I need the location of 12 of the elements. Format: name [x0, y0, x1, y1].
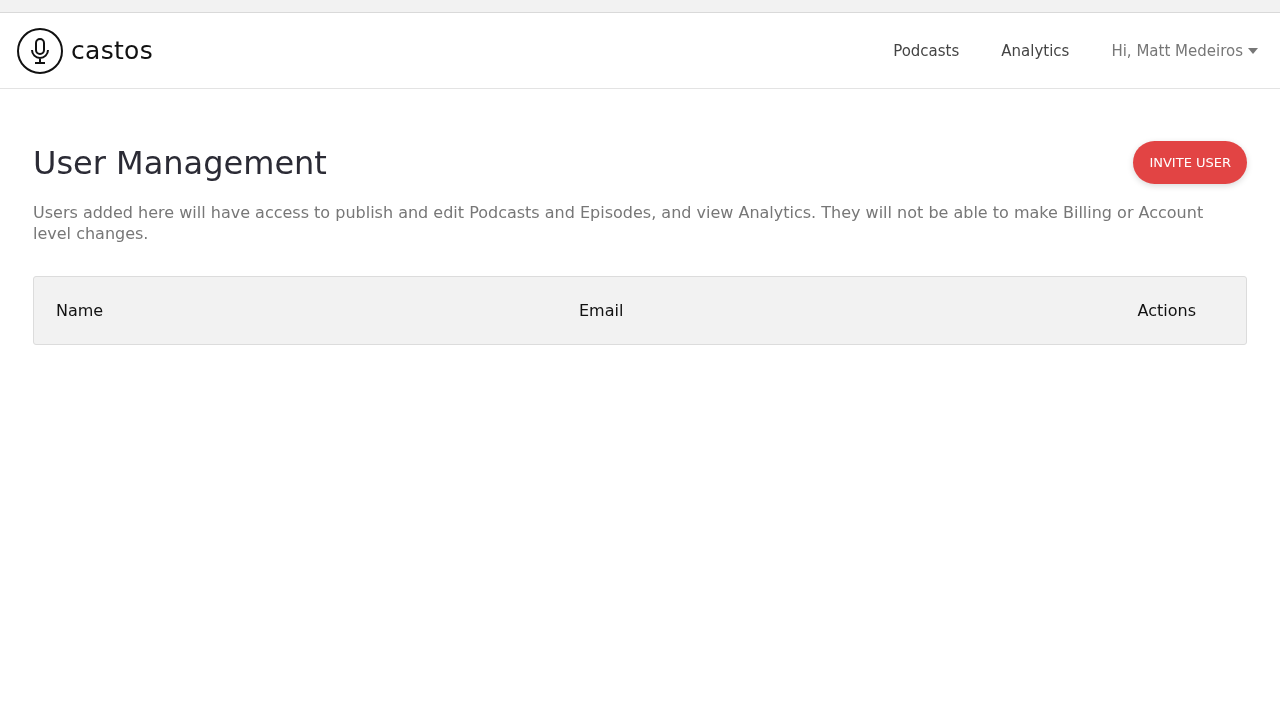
caret-icon	[1248, 47, 1258, 54]
column-header: Name	[56, 301, 105, 320]
invite-user-button[interactable]: INVITE USER	[1133, 141, 1247, 184]
page-title: User Management	[33, 143, 327, 182]
brand-name: castos	[71, 36, 153, 65]
user-menu[interactable]: Hi, Matt Medeiros	[1111, 41, 1258, 60]
page-description: Users added here will have access to publish and edit Podcasts and Episodes, and view Analytics. They will not be able to make Billing or Account level changes.	[33, 202, 1205, 244]
microphone-logo-icon	[17, 27, 63, 74]
nav-link[interactable]: Analytics	[1001, 41, 1070, 60]
nav-link[interactable]: Podcasts	[893, 41, 960, 60]
column-header: Email	[579, 301, 625, 320]
column-header: Actions	[1137, 301, 1196, 320]
